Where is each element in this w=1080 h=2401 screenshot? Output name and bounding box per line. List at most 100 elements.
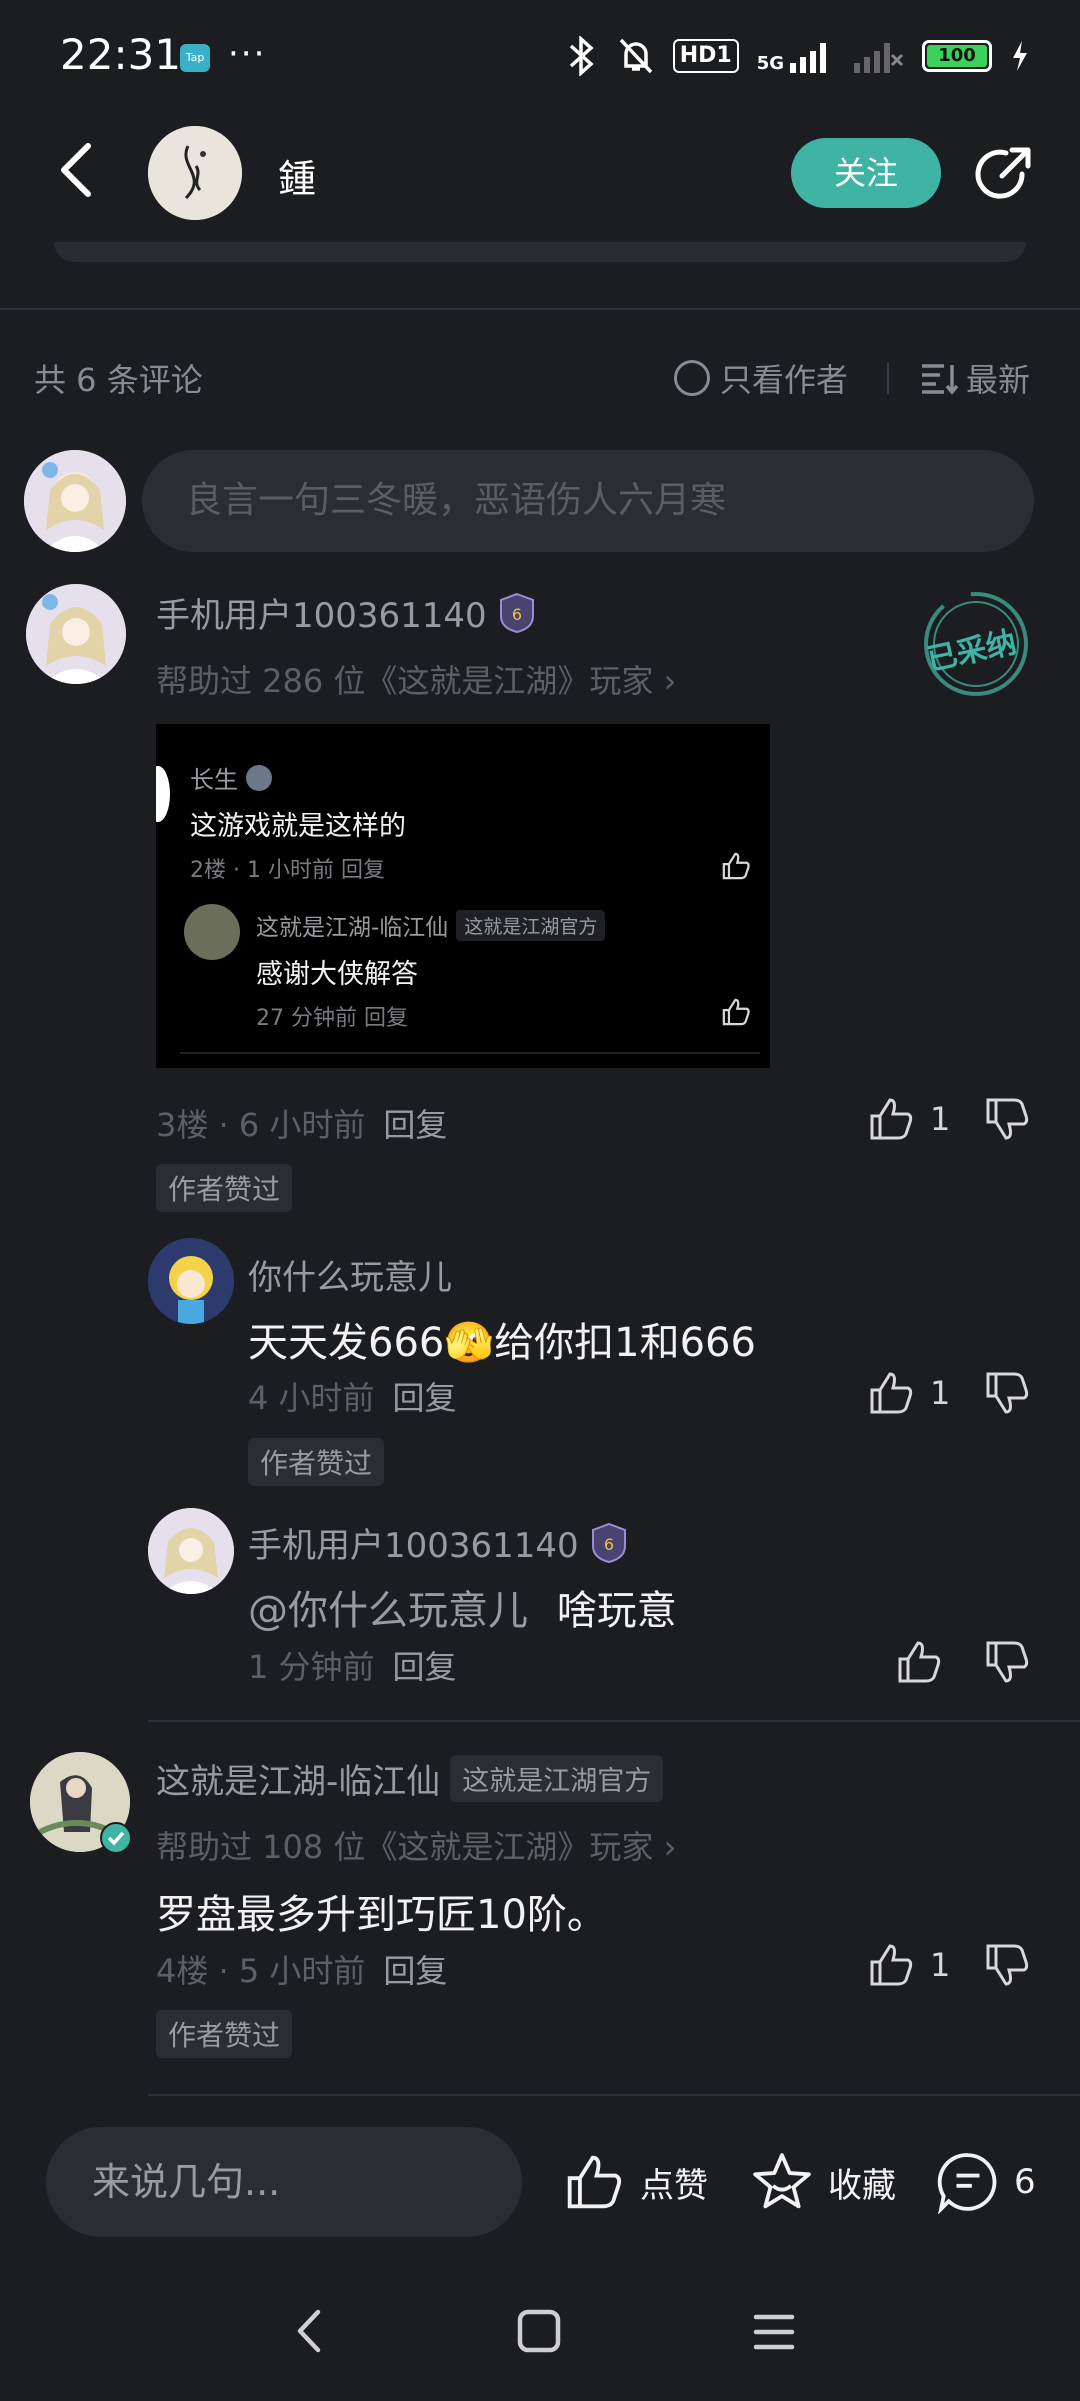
- comment-meta: 4楼 · 5 小时前 回复: [156, 1946, 447, 1992]
- reply-button[interactable]: 回复: [393, 1648, 457, 1686]
- reply-button[interactable]: 回复: [383, 1952, 447, 1990]
- taptap-app-icon: Tap: [180, 44, 210, 72]
- mention[interactable]: @你什么玩意儿: [248, 1588, 528, 1634]
- battery-level: 100: [927, 45, 987, 67]
- thumbs-up-icon: [870, 1944, 913, 1986]
- thumbs-down-icon[interactable]: [982, 1637, 1032, 1687]
- comment-meta: 3楼 · 6 小时前 回复: [156, 1100, 447, 1146]
- embedded-username: 长生: [190, 766, 238, 794]
- comment-bubble-icon: [937, 2153, 997, 2214]
- official-tag: 这就是江湖官方: [450, 1755, 664, 1802]
- reply-header: 手机用户100361140 6: [248, 1518, 629, 1567]
- mute-bell-icon: [619, 38, 652, 74]
- comment-header: 这就是江湖-临江仙 这就是江湖官方: [156, 1754, 664, 1803]
- reply-avatar[interactable]: [148, 1238, 234, 1324]
- more-notifications-icon: ···: [228, 34, 267, 74]
- comment-count-badge: 6: [1014, 2162, 1036, 2202]
- embedded-like-icon: [722, 852, 750, 880]
- author-liked-tag: 作者赞过: [248, 1438, 385, 1486]
- reply-avatar[interactable]: [148, 1508, 234, 1594]
- floor-time: 4楼 · 5 小时前: [156, 1952, 366, 1990]
- embedded-meta: 2楼 · 1 小时前 回复: [190, 858, 385, 883]
- like-button[interactable]: 1: [866, 1368, 950, 1418]
- comment-divider: [148, 2094, 1080, 2096]
- thumbs-down-icon[interactable]: [982, 1940, 1032, 1990]
- like-post-button[interactable]: 点赞: [562, 2150, 708, 2214]
- status-icons: HD1 5G 100: [565, 36, 1030, 76]
- nav-back-icon[interactable]: [290, 2306, 330, 2356]
- section-divider: [0, 308, 1080, 310]
- network-label: 5G: [756, 53, 784, 74]
- svg-text:6: 6: [512, 605, 522, 624]
- collect-label: 收藏: [828, 2165, 896, 2206]
- username[interactable]: 这就是江湖-临江仙: [156, 1754, 440, 1803]
- charging-icon: [1013, 41, 1027, 71]
- embedded-badge-icon: [246, 764, 272, 791]
- author-avatar[interactable]: [148, 126, 242, 220]
- like-count: 1: [930, 1946, 951, 1984]
- verified-icon: [100, 1822, 132, 1854]
- comment-image[interactable]: 长生 这游戏就是这样的 2楼 · 1 小时前 回复 这就是江湖-临江仙 这就是江…: [156, 724, 770, 1068]
- like-label: 点赞: [640, 2165, 708, 2206]
- reply-button[interactable]: 回复: [393, 1379, 457, 1417]
- adopted-stamp: 已采纳: [918, 586, 1034, 702]
- embedded-user: 长生: [190, 760, 272, 795]
- like-button[interactable]: 1: [866, 1940, 950, 1990]
- back-icon[interactable]: [52, 140, 102, 200]
- nav-menu-icon[interactable]: [752, 2312, 796, 2352]
- signal-off-icon: [854, 43, 904, 73]
- embedded-reply-meta: 27 分钟前 回复: [256, 1006, 408, 1031]
- username[interactable]: 手机用户100361140: [156, 588, 487, 637]
- separator: [887, 362, 889, 394]
- embedded-reply-user: 这就是江湖-临江仙 这就是江湖官方: [256, 908, 606, 942]
- comments-button[interactable]: 6: [936, 2150, 1036, 2214]
- collect-button[interactable]: 收藏: [750, 2150, 896, 2214]
- star-icon: [753, 2153, 811, 2209]
- thumbs-up-icon: [567, 2155, 622, 2209]
- author-liked-tag: 作者赞过: [156, 2010, 293, 2058]
- system-nav-bar: [0, 2280, 1080, 2401]
- reply-button[interactable]: 回复: [383, 1106, 447, 1144]
- comment-header: 手机用户100361140 6: [156, 588, 537, 637]
- bottom-comment-input[interactable]: 来说几句...: [46, 2127, 522, 2237]
- nav-home-icon[interactable]: [516, 2308, 562, 2354]
- thumbs-down-icon[interactable]: [982, 1368, 1032, 1418]
- thumbs-up-icon: [870, 1372, 913, 1414]
- status-time: 22:31: [60, 30, 182, 79]
- reply-time: 4 小时前: [248, 1379, 375, 1417]
- cropped-avatar: [156, 766, 170, 822]
- author-name[interactable]: 鍾: [278, 148, 316, 203]
- reply-meta: 4 小时前 回复: [248, 1373, 457, 1419]
- comment-input[interactable]: 良言一句三冬暖，恶语伤人六月寒: [142, 450, 1034, 552]
- bluetooth-icon: [569, 36, 594, 76]
- reply-content: @你什么玩意儿 啥玩意: [248, 1578, 677, 1636]
- sort-label: 最新: [966, 361, 1031, 399]
- embedded-reply-avatar: [184, 904, 240, 960]
- my-avatar: [24, 450, 126, 552]
- thumbs-up-icon[interactable]: [894, 1637, 944, 1687]
- comment-count: 共 6 条评论: [34, 361, 203, 399]
- sort-icon: [922, 364, 958, 395]
- floor-time: 3楼 · 6 小时前: [156, 1106, 366, 1144]
- share-icon[interactable]: [972, 144, 1034, 206]
- commenter-avatar[interactable]: [26, 584, 126, 684]
- battery-icon: 100: [922, 40, 992, 72]
- help-count-link[interactable]: 帮助过 108 位《这就是江湖》玩家 ›: [156, 1822, 676, 1868]
- sort-toggle[interactable]: 最新: [920, 355, 1030, 401]
- level-badge-icon: 6: [591, 1522, 626, 1563]
- thumbs-down-icon[interactable]: [982, 1094, 1032, 1144]
- author-only-toggle[interactable]: 只看作者: [674, 355, 848, 401]
- reply-meta: 1 分钟前 回复: [248, 1642, 457, 1688]
- reply-username[interactable]: 你什么玩意儿: [248, 1250, 452, 1299]
- reply-text: 啥玩意: [556, 1588, 677, 1634]
- embedded-reply-like-icon: [722, 998, 750, 1026]
- like-button[interactable]: 1: [866, 1094, 950, 1144]
- reply-username[interactable]: 手机用户100361140: [248, 1518, 579, 1567]
- embedded-official-tag: 这就是江湖官方: [456, 909, 606, 941]
- like-count: 1: [930, 1374, 951, 1412]
- follow-button[interactable]: 关注: [791, 138, 941, 208]
- embedded-reply-text: 感谢大侠解答: [256, 959, 418, 990]
- help-count-link[interactable]: 帮助过 286 位《这就是江湖》玩家 ›: [156, 656, 676, 702]
- hd-badge: HD1: [672, 39, 739, 73]
- checkbox-circle-icon: [674, 360, 710, 396]
